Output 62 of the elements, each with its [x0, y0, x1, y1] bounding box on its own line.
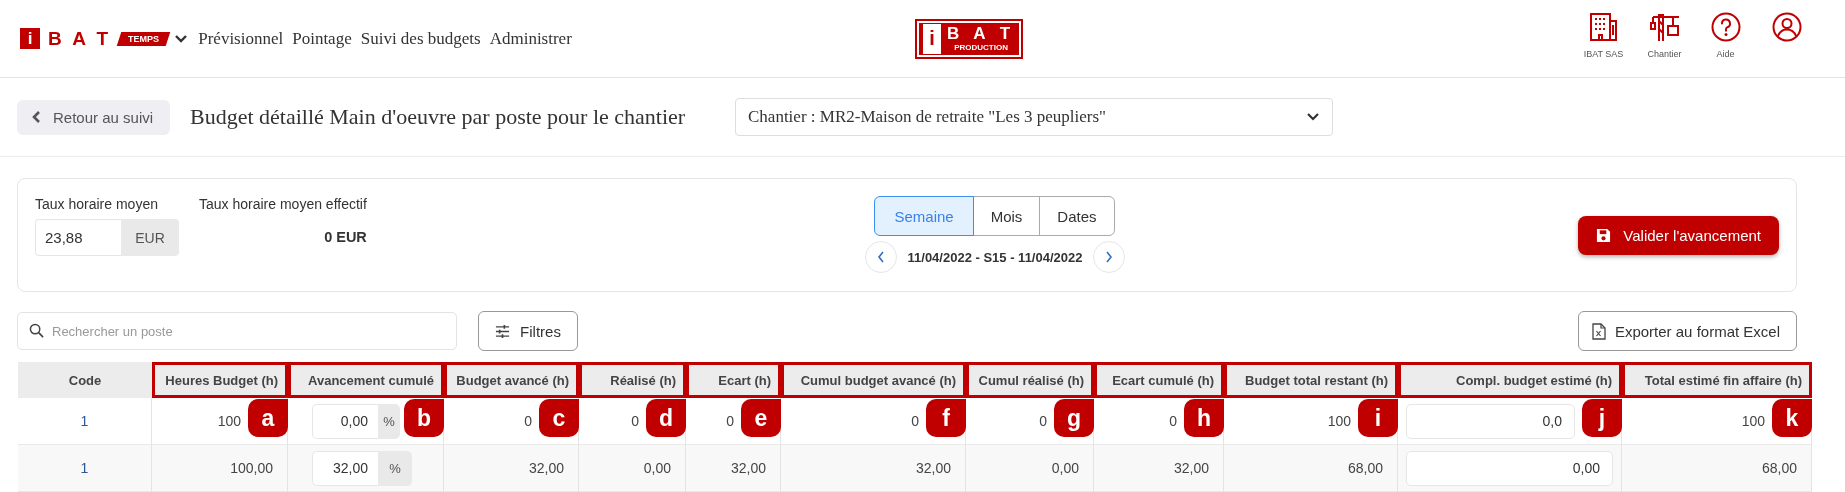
chevron-down-icon[interactable]: [174, 33, 189, 44]
column-header: Code: [18, 362, 152, 398]
table-cell: 32,00: [444, 445, 579, 492]
annotation-badge: b: [404, 399, 444, 437]
code-cell[interactable]: 1: [18, 445, 152, 492]
annotation-badge: a: [248, 399, 288, 437]
percent-field[interactable]: 32,00: [312, 450, 378, 486]
nav-link[interactable]: Suivi des budgets: [360, 28, 481, 49]
nav-link[interactable]: Administrer: [489, 28, 572, 49]
table-cell: 32,00: [686, 445, 781, 492]
chantier-select[interactable]: Chantier : MR2-Maison de retraite "Les 3 peupliers": [735, 98, 1333, 136]
annotation-badge: d: [646, 399, 686, 437]
period-tab[interactable]: Dates: [1039, 196, 1115, 236]
number-field[interactable]: 0,0: [1406, 403, 1575, 439]
percent-unit: %: [378, 450, 412, 486]
period-range: 11/04/2022 - S15 - 11/04/2022: [907, 249, 1083, 265]
sliders-icon: [495, 323, 511, 339]
chevron-down-icon: [1306, 112, 1320, 122]
validate-button[interactable]: Valider l'avancement: [1578, 215, 1779, 255]
back-button[interactable]: Retour au suivi: [17, 99, 170, 135]
table-cell: 68,00: [1622, 445, 1812, 492]
annotation-badge: i: [1358, 399, 1398, 437]
shortcut-button[interactable]: IBAT SAS: [1573, 10, 1634, 67]
table-cell: 32,00: [781, 445, 966, 492]
annotation-badge: k: [1772, 399, 1812, 437]
table-cell: 32,00: [1094, 445, 1224, 492]
nav-link[interactable]: Prévisionnel: [198, 28, 284, 49]
search-field[interactable]: Rechercher un poste: [17, 312, 457, 350]
percent-unit: %: [378, 403, 400, 439]
number-field[interactable]: 0,00: [1406, 450, 1613, 486]
building-icon: [1587, 10, 1620, 43]
annotation-badge: f: [926, 399, 966, 437]
annotation-badge: h: [1184, 399, 1224, 437]
field-label: Taux horaire moyen: [35, 196, 159, 212]
annotation-badge: c: [539, 399, 579, 437]
period-tab[interactable]: Mois: [972, 196, 1041, 236]
save-icon: [1596, 227, 1612, 243]
table-cell: 68,00: [1224, 445, 1398, 492]
export-button[interactable]: Exporter au format Excel: [1577, 311, 1797, 351]
page-title: Budget détaillé Main d'oeuvre par poste pour le chantier: [190, 104, 687, 130]
annotation-badge: j: [1582, 399, 1622, 437]
table-cell: 0,00: [579, 445, 686, 492]
currency-unit: EUR: [121, 219, 179, 256]
effective-rate: 0 EUR: [324, 229, 367, 245]
app-logo[interactable]: i B A T TEMPS: [20, 27, 169, 50]
shortcut-button[interactable]: Chantier: [1634, 10, 1695, 67]
spreadsheet-file-icon: [1591, 322, 1606, 340]
user-icon: [1770, 10, 1803, 43]
annotation-badge: e: [741, 399, 781, 437]
chevron-left-icon: [31, 110, 41, 124]
chevron-right-icon: [1105, 251, 1114, 263]
help-icon: [1709, 10, 1742, 43]
rate-field[interactable]: 23,88: [35, 219, 121, 256]
annotation-badge: g: [1054, 399, 1094, 437]
table-cell: 100,00: [152, 445, 288, 492]
chevron-left-icon: [876, 251, 885, 263]
filters-button[interactable]: Filtres: [478, 311, 578, 351]
table-cell: 0,00: [966, 445, 1094, 492]
field-label: Taux horaire moyen effectif: [199, 196, 367, 212]
shortcut-button[interactable]: Aide: [1695, 10, 1756, 67]
nav-link[interactable]: Pointage: [292, 28, 352, 49]
percent-field[interactable]: 0,00: [312, 403, 378, 439]
